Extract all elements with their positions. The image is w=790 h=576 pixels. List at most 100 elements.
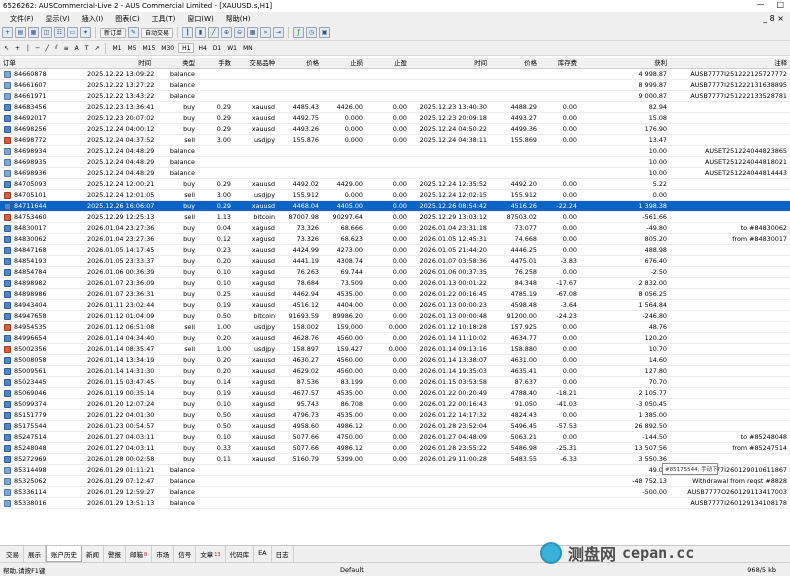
col-comment[interactable]: 注释	[670, 58, 790, 70]
table-row[interactable]: 84698936 2025.12.24 04:48:29 balance 10.00 A…	[0, 167, 790, 180]
table-row[interactable]: 84661971 2025.12.22 13:43:22 balance 9 000.…	[0, 90, 790, 103]
line-chart-icon[interactable]: ╱	[208, 27, 220, 38]
table-row[interactable]: 85338016 2026.01.29 13:51:13 balance AUSB77…	[0, 497, 790, 510]
bar-chart-icon[interactable]: ┃	[182, 27, 194, 38]
table-row[interactable]: 84698256 2025.12.24 04:00:12 buy 0.29 xauusd…	[0, 123, 790, 136]
table-row[interactable]: 85336114 2026.01.29 12:59:27 balance -500.0…	[0, 486, 790, 499]
table-row[interactable]: 85247514 2026.01.27 04:03:11 buy 0.10 xauusd…	[0, 431, 790, 444]
zoom-in-icon[interactable]: ⊕	[221, 27, 233, 38]
tab-9[interactable]: 代码库	[226, 546, 255, 562]
table-row[interactable]: 84854784 2026.01.06 00:36:39 buy 0.10 xagusd…	[0, 266, 790, 279]
tf-h4[interactable]: H4	[196, 43, 208, 54]
tab-4[interactable]: 警报	[104, 546, 126, 562]
table-row[interactable]: 84830062 2026.01.04 23:27:36 buy 0.12 xagusd…	[0, 233, 790, 246]
tab-0[interactable]: 交易	[2, 546, 24, 562]
profiles-icon[interactable]: ▤	[15, 27, 26, 38]
mdi-controls[interactable]: _ 8 ×	[763, 14, 790, 23]
table-row[interactable]: 84943404 2026.01.11 23:02:44 buy 0.19 xauusd…	[0, 299, 790, 312]
col-close-time[interactable]: 时间	[410, 58, 490, 70]
tab-2[interactable]: 账户历史	[46, 546, 82, 562]
tab-5[interactable]: 邮箱 8	[126, 546, 153, 562]
navigator-icon[interactable]: ☷	[54, 27, 65, 38]
table-row[interactable]: 84954535 2026.01.12 06:51:08 sell 1.00 usdjp…	[0, 321, 790, 334]
table-row[interactable]: 84698934 2025.12.24 04:48:29 balance 10.00 A…	[0, 145, 790, 158]
table-row[interactable]: 85002356 2026.01.14 08:35:47 sell 1.00 usdjp…	[0, 343, 790, 356]
menu-insert[interactable]: 插入(I)	[76, 14, 110, 24]
table-row[interactable]: 84898986 2026.01.07 23:36:31 buy 0.25 xauusd…	[0, 288, 790, 301]
terminal-icon[interactable]: ▭	[67, 27, 78, 38]
table-row[interactable]: 85023445 2026.01.15 03:47:45 buy 0.14 xagusd…	[0, 376, 790, 389]
col-swap[interactable]: 库存费	[540, 58, 580, 70]
table-row[interactable]: 85009561 2026.01.14 14:31:30 buy 0.20 xauusd…	[0, 365, 790, 378]
new-order-button[interactable]: 新订单	[100, 27, 127, 38]
table-row[interactable]: 84753460 2025.12.29 12:25:13 sell 1.13 bitco…	[0, 211, 790, 224]
tf-m5[interactable]: M5	[125, 43, 138, 54]
cursor-icon[interactable]: ↖	[2, 43, 11, 54]
table-row[interactable]: 85175544 2026.01.23 00:54:57 buy 0.50 xauusd…	[0, 420, 790, 433]
tab-3[interactable]: 新闻	[82, 546, 104, 562]
table-row[interactable]: 84898982 2026.01.07 23:36:09 buy 0.10 xagusd…	[0, 277, 790, 290]
chart-shift-icon[interactable]: ⇥	[273, 27, 285, 38]
table-row[interactable]: 84661607 2025.12.22 13:27:22 balance 8 999.…	[0, 79, 790, 92]
fibonacci-icon[interactable]: ≡	[62, 43, 71, 54]
templates-icon[interactable]: ▣	[319, 27, 331, 38]
table-row[interactable]: 84698772 2025.12.24 04:37:52 sell 3.00 usdjp…	[0, 134, 790, 147]
auto-trading-button[interactable]: 自动交易	[141, 27, 174, 38]
tab-8[interactable]: 文章 13	[196, 546, 226, 562]
market-watch-icon[interactable]: ▦	[28, 27, 39, 38]
col-sl[interactable]: 止损	[322, 58, 366, 70]
col-profit[interactable]: 获利	[580, 58, 670, 70]
table-row[interactable]: 84698935 2025.12.24 04:48:29 balance 10.00 A…	[0, 156, 790, 169]
zoom-out-icon[interactable]: ⊖	[234, 27, 246, 38]
tf-h1[interactable]: H1	[178, 43, 195, 53]
new-chart-icon[interactable]: +	[2, 27, 13, 38]
col-open-time[interactable]: 时间	[84, 58, 154, 70]
table-row[interactable]: 85325062 2026.01.29 07:12:47 balance -48 75…	[0, 475, 790, 488]
menu-tools[interactable]: 工具(T)	[146, 14, 182, 24]
tf-mn[interactable]: MN	[241, 43, 255, 54]
data-window-icon[interactable]: ◫	[41, 27, 52, 38]
col-volume[interactable]: 手数	[198, 58, 234, 70]
menu-window[interactable]: 窗口(W)	[181, 14, 219, 24]
table-row[interactable]: 84854193 2026.01.05 23:33:37 buy 0.20 xauusd…	[0, 255, 790, 268]
tf-d1[interactable]: D1	[211, 43, 223, 54]
trendline-icon[interactable]: ╱	[43, 43, 51, 54]
table-row[interactable]: 84830017 2026.01.04 23:27:36 buy 0.04 xagusd…	[0, 222, 790, 235]
menu-charts[interactable]: 图表(C)	[109, 14, 145, 24]
tab-1[interactable]: 展示	[24, 546, 46, 562]
candlestick-icon[interactable]: ▮	[195, 27, 207, 38]
table-row[interactable]: 84947658 2026.01.12 01:04:09 buy 0.50 bitcoi…	[0, 310, 790, 323]
table-row[interactable]: 84660878 2025.12.22 13:09:22 balance 4 998.…	[0, 68, 790, 81]
tf-w1[interactable]: W1	[225, 43, 239, 54]
table-row[interactable]: 85008058 2026.01.14 13:34:19 buy 0.20 xauusd…	[0, 354, 790, 367]
strategy-tester-icon[interactable]: ✦	[80, 27, 91, 38]
col-price[interactable]: 价格	[278, 58, 322, 70]
maximize-button[interactable]: □	[776, 0, 784, 9]
table-row[interactable]: 85248048 2026.01.27 04:03:11 buy 0.33 xauusd…	[0, 442, 790, 455]
horizontal-line-icon[interactable]: ─	[34, 43, 42, 54]
table-row[interactable]: 84683456 2025.12.23 13:36:41 buy 0.29 xauusd…	[0, 101, 790, 114]
equidistant-channel-icon[interactable]: ⫽	[53, 43, 60, 54]
minimize-button[interactable]: —	[756, 0, 764, 9]
table-row[interactable]: 85069046 2026.01.19 00:35:14 buy 0.19 xauusd…	[0, 387, 790, 400]
text-icon[interactable]: A	[73, 43, 81, 54]
table-row[interactable]: 84705101 2025.12.24 12:01:05 sell 3.00 usdjp…	[0, 189, 790, 202]
col-type[interactable]: 类型	[154, 58, 198, 70]
col-close-price[interactable]: 价格	[490, 58, 540, 70]
menu-help[interactable]: 帮助(H)	[220, 14, 257, 24]
col-ticket[interactable]: 订单	[0, 58, 84, 70]
table-row[interactable]: 84996654 2026.01.14 04:34:40 buy 0.20 xauusd…	[0, 332, 790, 345]
autoscroll-icon[interactable]: »	[260, 27, 272, 38]
label-icon[interactable]: T	[83, 43, 91, 54]
tab-6[interactable]: 市场	[152, 546, 175, 562]
tf-m1[interactable]: M1	[110, 43, 123, 54]
menu-view[interactable]: 显示(V)	[40, 14, 76, 24]
tab-10[interactable]: EA	[254, 546, 272, 562]
arrow-icon[interactable]: ↗	[92, 43, 101, 54]
col-tp[interactable]: 止盈	[366, 58, 410, 70]
menu-file[interactable]: 文件(F)	[4, 14, 40, 24]
table-row[interactable]: 85151779 2026.01.22 04:01:30 buy 0.50 xauusd…	[0, 409, 790, 422]
metaeditor-icon[interactable]: ✎	[128, 27, 140, 38]
indicators-icon[interactable]: ƒ	[293, 27, 305, 38]
tile-windows-icon[interactable]: ▦	[247, 27, 259, 38]
